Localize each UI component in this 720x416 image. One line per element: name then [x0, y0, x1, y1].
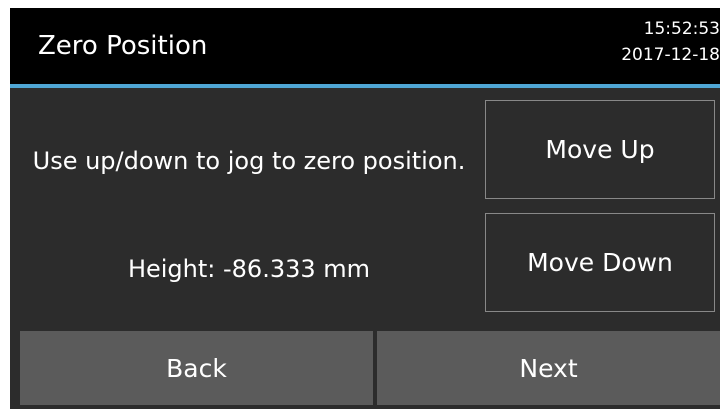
move-down-button[interactable]: Move Down — [485, 213, 715, 312]
zero-position-screen: Zero Position 15:52:53 2017-12-18 Use up… — [10, 8, 720, 409]
clock: 15:52:53 2017-12-18 — [621, 16, 720, 68]
page-title: Zero Position — [38, 31, 208, 61]
clock-date: 2017-12-18 — [621, 45, 720, 65]
next-button[interactable]: Next — [377, 331, 720, 405]
clock-time: 15:52:53 — [643, 19, 720, 39]
header-divider — [10, 84, 720, 88]
instruction-text: Use up/down to jog to zero position. — [32, 147, 466, 175]
back-button[interactable]: Back — [20, 331, 373, 405]
header-bar: Zero Position 15:52:53 2017-12-18 — [10, 8, 720, 84]
height-readout: Height: -86.333 mm — [127, 255, 371, 283]
move-up-button[interactable]: Move Up — [485, 100, 715, 199]
